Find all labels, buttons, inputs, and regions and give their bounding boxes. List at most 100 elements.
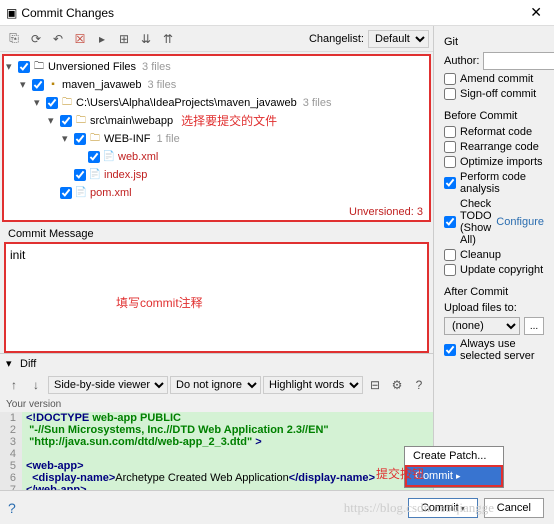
commit-dropdown-menu: Create Patch... Commit ▸ xyxy=(404,446,504,488)
file-toolbar: ⎘ ⟳ ↶ ☒ ▸ ⊞ ⇊ ⇈ Changelist: Default xyxy=(0,26,433,52)
signoff-label: Sign-off commit xyxy=(460,88,536,100)
tree-checkbox[interactable] xyxy=(60,187,72,199)
tree-count: 3 files xyxy=(148,76,177,94)
tree-root[interactable]: ▾ 🗀 Unversioned Files 3 files xyxy=(6,58,427,76)
chevron-down-icon[interactable]: ▾ xyxy=(6,58,16,76)
expand-icon[interactable]: ⇊ xyxy=(136,29,156,49)
configure-link[interactable]: Configure xyxy=(496,216,544,228)
todo-label: Check TODO (Show All) xyxy=(460,198,492,246)
next-diff-icon[interactable]: ↓ xyxy=(26,375,46,395)
todo-checkbox[interactable] xyxy=(444,216,456,228)
folder-icon: 🗀 xyxy=(74,114,88,128)
upload-select[interactable]: (none) xyxy=(444,317,520,335)
tree-node[interactable]: ▾ 🗀 src\main\webapp 选择要提交的文件 xyxy=(6,112,427,130)
analysis-checkbox[interactable] xyxy=(444,177,456,189)
jsp-file-icon: 📄 xyxy=(88,168,102,182)
move-icon[interactable]: ▸ xyxy=(92,29,112,49)
tree-checkbox[interactable] xyxy=(46,97,58,109)
dialog-footer: ? Commit▾ Cancel xyxy=(0,490,554,524)
xml-file-icon: 📄 xyxy=(102,150,116,164)
cleanup-label: Cleanup xyxy=(460,249,501,261)
tree-checkbox[interactable] xyxy=(74,169,86,181)
amend-label: Amend commit xyxy=(460,73,533,85)
title-text: Commit Changes xyxy=(21,6,114,20)
create-patch-item[interactable]: Create Patch... xyxy=(405,447,503,465)
copyright-checkbox[interactable] xyxy=(444,264,456,276)
author-input[interactable] xyxy=(483,52,554,70)
tree-file[interactable]: 📄 index.jsp xyxy=(6,166,427,184)
commit-message-label: Commit Message xyxy=(0,224,433,242)
tree-checkbox[interactable] xyxy=(18,61,30,73)
always-server-label: Always use selected server xyxy=(460,338,544,362)
commit-message-input[interactable]: init xyxy=(6,244,427,348)
upload-config-button[interactable]: ... xyxy=(524,317,544,335)
show-diff-icon[interactable]: ⎘ xyxy=(4,29,24,49)
cancel-button[interactable]: Cancel xyxy=(484,498,544,518)
chevron-down-icon[interactable]: ▾ xyxy=(34,94,44,112)
tree-node[interactable]: ▾ 🗀 C:\Users\Alpha\IdeaProjects\maven_ja… xyxy=(6,94,427,112)
tree-checkbox[interactable] xyxy=(88,151,100,163)
commit-message-panel: init 填写commit注释 xyxy=(4,242,429,353)
folder-icon: 🗀 xyxy=(60,96,74,110)
tree-file[interactable]: 📄 web.xml xyxy=(6,148,427,166)
signoff-checkbox[interactable] xyxy=(444,88,456,100)
before-section-title: Before Commit xyxy=(444,110,544,122)
tree-count: 3 files xyxy=(303,94,332,112)
rearrange-checkbox[interactable] xyxy=(444,141,456,153)
amend-checkbox[interactable] xyxy=(444,73,456,85)
titlebar: ▣ Commit Changes ✕ xyxy=(0,0,554,26)
chevron-down-icon[interactable]: ▾ xyxy=(6,357,16,370)
tree-label: src\main\webapp xyxy=(90,112,173,130)
diff-header: ▾ Diff xyxy=(0,353,433,373)
reformat-label: Reformat code xyxy=(460,126,532,138)
chevron-down-icon[interactable]: ▾ xyxy=(20,76,30,94)
tree-file[interactable]: 📄 pom.xml xyxy=(6,184,427,202)
upload-label: Upload files to: xyxy=(444,302,544,314)
rearrange-label: Rearrange code xyxy=(460,141,539,153)
changelist-select[interactable]: Default xyxy=(368,30,429,48)
refresh-icon[interactable]: ⟳ xyxy=(26,29,46,49)
author-label: Author: xyxy=(444,55,479,67)
highlight-select[interactable]: Highlight words xyxy=(263,376,363,394)
collapse-icon[interactable]: ⇈ xyxy=(158,29,178,49)
revert-icon[interactable]: ↶ xyxy=(48,29,68,49)
tree-node[interactable]: ▾ 🗀 WEB-INF 1 file xyxy=(6,130,427,148)
prev-diff-icon[interactable]: ↑ xyxy=(4,375,24,395)
help-icon[interactable]: ? xyxy=(409,375,429,395)
xml-file-icon: 📄 xyxy=(74,186,88,200)
viewer-select[interactable]: Side-by-side viewer xyxy=(48,376,168,394)
reformat-checkbox[interactable] xyxy=(444,126,456,138)
tree-checkbox[interactable] xyxy=(74,133,86,145)
settings-icon[interactable]: ⚙ xyxy=(387,375,407,395)
cleanup-checkbox[interactable] xyxy=(444,249,456,261)
optimize-checkbox[interactable] xyxy=(444,156,456,168)
annotation-text: 选择要提交的文件 xyxy=(181,112,277,130)
help-icon[interactable]: ? xyxy=(8,500,16,516)
tree-checkbox[interactable] xyxy=(60,115,72,127)
collapse-diff-icon[interactable]: ⊟ xyxy=(365,375,385,395)
tree-count: 3 files xyxy=(142,58,171,76)
optimize-label: Optimize imports xyxy=(460,156,543,168)
close-icon[interactable]: ✕ xyxy=(524,4,548,21)
delete-icon[interactable]: ☒ xyxy=(70,29,90,49)
your-version-label: Your version xyxy=(0,397,433,412)
always-server-checkbox[interactable] xyxy=(444,344,456,356)
chevron-down-icon[interactable]: ▾ xyxy=(48,112,58,130)
chevron-down-icon: ▾ xyxy=(461,504,465,513)
changelist-label: Changelist: xyxy=(309,33,364,45)
window-title: ▣ Commit Changes xyxy=(6,6,114,20)
tree-label: C:\Users\Alpha\IdeaProjects\maven_javawe… xyxy=(76,94,297,112)
git-section-title: Git xyxy=(444,36,544,48)
commit-button[interactable]: Commit▾ xyxy=(408,498,478,518)
group-icon[interactable]: ⊞ xyxy=(114,29,134,49)
diff-toolbar: ↑ ↓ Side-by-side viewer Do not ignore Hi… xyxy=(0,373,433,397)
tree-checkbox[interactable] xyxy=(32,79,44,91)
tree-label: pom.xml xyxy=(90,184,132,202)
tree-node[interactable]: ▾ ▪ maven_javaweb 3 files xyxy=(6,76,427,94)
commit-item[interactable]: Commit ▸ xyxy=(405,465,503,487)
analysis-label: Perform code analysis xyxy=(460,171,544,195)
diff-label: Diff xyxy=(20,358,36,370)
ignore-select[interactable]: Do not ignore xyxy=(170,376,261,394)
module-icon: ▪ xyxy=(46,78,60,92)
chevron-down-icon[interactable]: ▾ xyxy=(62,130,72,148)
